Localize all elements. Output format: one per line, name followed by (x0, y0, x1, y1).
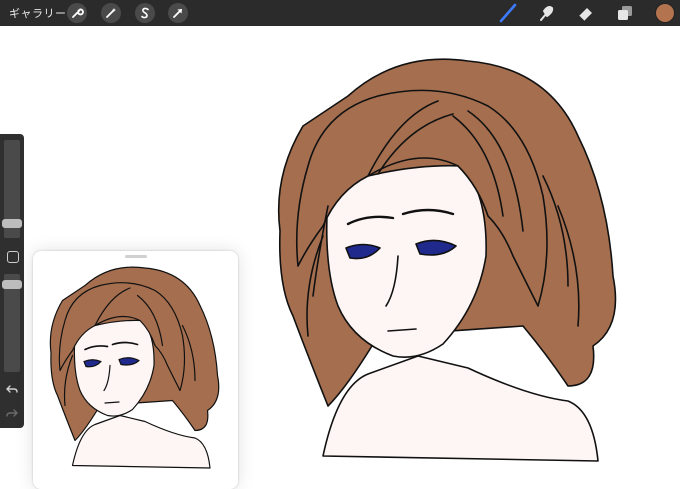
opacity-knob[interactable] (2, 280, 22, 289)
redo-icon[interactable] (6, 408, 18, 420)
eraser-icon[interactable] (575, 2, 597, 24)
main-drawing (277, 58, 617, 462)
layers-icon[interactable] (614, 2, 636, 24)
wrench-icon[interactable] (67, 3, 87, 23)
magic-wand-icon[interactable] (101, 3, 121, 23)
modify-button[interactable] (7, 251, 19, 263)
gallery-button[interactable]: ギャラリー (9, 5, 67, 21)
transform-icon[interactable] (168, 3, 188, 23)
undo-icon[interactable] (6, 384, 18, 396)
reference-handle[interactable] (125, 255, 147, 258)
side-toolbar (0, 134, 24, 428)
drawing-canvas[interactable] (0, 26, 680, 489)
reference-drawing (49, 266, 220, 469)
color-swatch[interactable] (656, 4, 674, 22)
top-toolbar: ギャラリー (0, 0, 680, 26)
smudge-icon[interactable] (535, 2, 557, 24)
selection-icon[interactable] (135, 3, 155, 23)
brush-icon[interactable] (497, 2, 519, 24)
reference-window[interactable] (33, 251, 238, 489)
brush-size-knob[interactable] (2, 219, 22, 228)
